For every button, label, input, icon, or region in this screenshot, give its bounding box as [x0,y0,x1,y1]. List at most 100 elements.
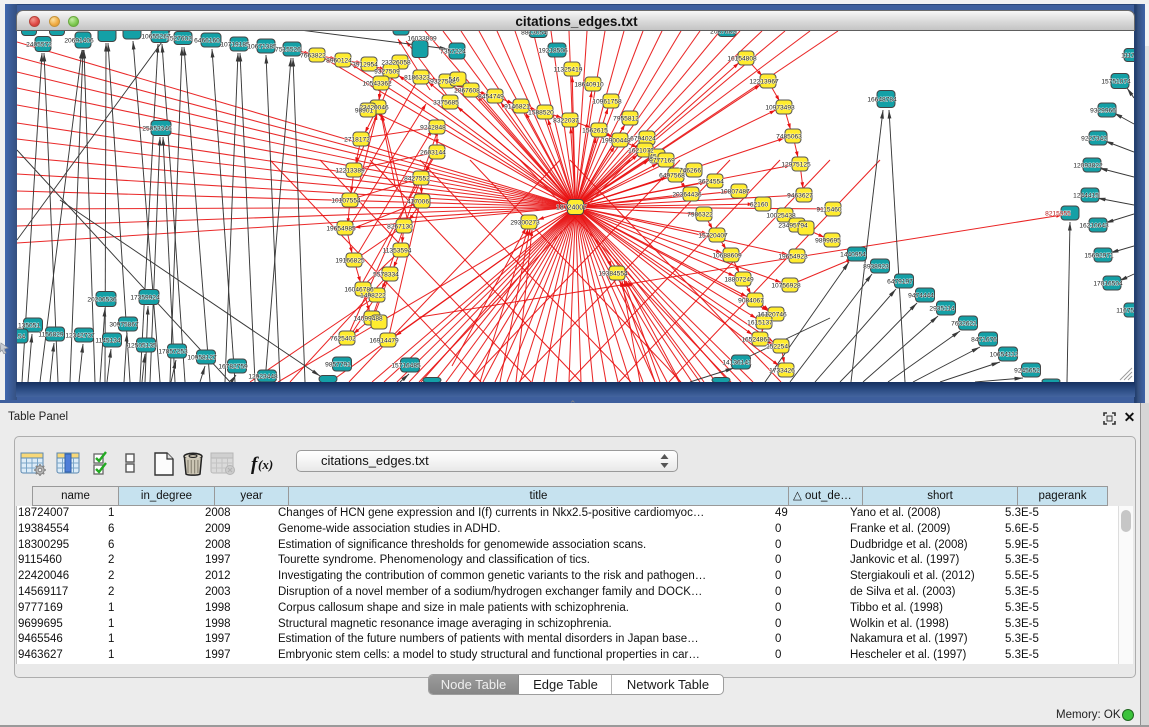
svg-text:16524861: 16524861 [741,337,771,344]
svg-text:29300273: 29300273 [510,220,540,227]
svg-text:9777169: 9777169 [649,158,675,165]
svg-text:9227342: 9227342 [1081,136,1107,143]
svg-text:8215955: 8215955 [1045,211,1071,218]
svg-text:15751074: 15751074 [1101,79,1131,86]
svg-text:12923448: 12923448 [248,374,278,381]
svg-text:252254: 252254 [766,344,788,351]
svg-text:19654985: 19654985 [326,226,356,233]
svg-text:19218506: 19218506 [538,48,568,55]
svg-text:62160: 62160 [750,202,769,209]
svg-text:10025438: 10025438 [766,213,796,220]
svg-text:9899695: 9899695 [815,238,841,245]
svg-text:9474444: 9474444 [908,293,934,300]
svg-text:3912954: 3912954 [352,62,378,69]
svg-text:7485063: 7485063 [776,134,802,141]
svg-text:10961758: 10961758 [592,99,622,106]
svg-text:19384554: 19384554 [598,271,628,278]
svg-text:10107554: 10107554 [331,198,361,205]
svg-text:8960124: 8960124 [326,58,352,65]
svg-text:7515526: 7515526 [275,47,301,54]
svg-text:11353594: 11353594 [383,248,412,255]
svg-text:16154808: 16154808 [727,56,757,63]
svg-text:20691406: 20691406 [64,38,94,45]
svg-text:2405572: 2405572 [26,42,52,49]
svg-text:9146821: 9146821 [504,104,530,111]
svg-text:1498222: 1498222 [360,293,386,300]
svg-text:1145134: 1145134 [95,338,121,345]
svg-text:10543362: 10543362 [362,81,392,88]
svg-text:19654923: 19654923 [778,254,808,261]
svg-text:2867608: 2867608 [454,88,480,95]
svg-text:10756928: 10756928 [771,283,801,290]
svg-text:8471676: 8471676 [971,337,997,344]
svg-text:116753: 116753 [1116,308,1134,315]
svg-text:18724007: 18724007 [556,205,587,212]
svg-text:12093822: 12093822 [1073,163,1103,170]
svg-text:10688609: 10688609 [712,253,742,260]
svg-text:12975125: 12975125 [781,162,811,169]
svg-text:15692971: 15692971 [1084,253,1114,260]
svg-text:23226058: 23226058 [381,60,411,67]
svg-text:1440954: 1440954 [840,252,866,259]
svg-text:19900448: 19900448 [601,138,631,145]
svg-text:7986322: 7986322 [687,212,713,219]
svg-text:11325419: 11325419 [554,67,583,74]
svg-text:39154: 39154 [17,334,25,341]
svg-text:546: 546 [448,77,459,84]
svg-text:98901: 98901 [355,108,374,115]
svg-text:12213389: 12213389 [335,168,365,175]
svg-text:16033809: 16033809 [407,36,437,43]
svg-text:23495794: 23495794 [778,223,808,230]
svg-text:16782759: 16782759 [218,364,248,371]
svg-text:17857253: 17857253 [158,349,188,356]
svg-text:8322037: 8322037 [553,118,579,125]
svg-text:8938923: 8938923 [863,264,889,271]
svg-text:7357224: 7357224 [440,49,466,56]
svg-text:15716485: 15716485 [391,363,421,370]
svg-text:7632621: 7632621 [951,321,977,328]
svg-text:12342737: 12342737 [65,333,95,340]
svg-text:16914479: 16914479 [369,338,399,345]
svg-text:1588520: 1588520 [528,110,554,117]
svg-text:16210643: 16210643 [1079,223,1109,230]
svg-text:9115460: 9115460 [816,207,842,214]
svg-text:746266: 746266 [679,168,701,175]
svg-text:10807487: 10807487 [720,189,750,196]
svg-text:1244415: 1244415 [1073,193,1099,200]
svg-text:7625402: 7625402 [330,336,356,343]
svg-text:2935114: 2935114 [929,306,955,313]
svg-text:8267130: 8267130 [387,224,413,231]
svg-text:17016504: 17016504 [1093,281,1123,288]
svg-text:12213967: 12213967 [749,79,779,86]
svg-text:9857791: 9857791 [325,362,351,369]
svg-text:1733426: 1733426 [769,368,795,375]
svg-text:10654112: 10654112 [990,352,1019,359]
svg-text:6466160: 6466160 [194,38,220,45]
svg-text:6794024: 6794024 [630,136,656,143]
svg-text:6479197: 6479197 [887,279,913,286]
svg-text:8454749: 8454749 [478,94,504,101]
svg-text:9245652: 9245652 [1014,368,1040,375]
svg-text:25053346: 25053346 [142,126,172,133]
svg-text:18807249: 18807249 [724,277,754,284]
svg-text:9327509: 9327509 [374,69,400,76]
svg-text:14099488: 14099488 [353,316,383,323]
svg-text:1156829: 1156829 [38,332,64,339]
svg-text:1562615: 1562615 [582,128,608,135]
svg-text:2718172: 2718172 [344,137,370,144]
svg-text:9463627: 9463627 [787,193,813,200]
svg-text:8186323: 8186323 [404,75,430,82]
svg-text:15720407: 15720407 [698,233,728,240]
svg-text:18640910: 18640910 [574,82,604,89]
svg-text:9329966: 9329966 [1090,108,1116,115]
svg-text:1527602: 1527602 [166,36,192,43]
svg-text:8427552: 8427552 [404,176,430,183]
svg-text:19166825: 19166825 [335,258,365,265]
svg-text:5578334: 5578334 [373,272,399,279]
svg-text:417006: 417006 [407,199,429,206]
svg-text:10671385: 10671385 [247,44,277,51]
svg-text:3624554: 3624554 [698,179,724,186]
svg-text:7955812: 7955812 [613,116,639,123]
svg-text:7663822: 7663822 [300,53,326,60]
svg-text:1615137: 1615137 [747,320,773,327]
